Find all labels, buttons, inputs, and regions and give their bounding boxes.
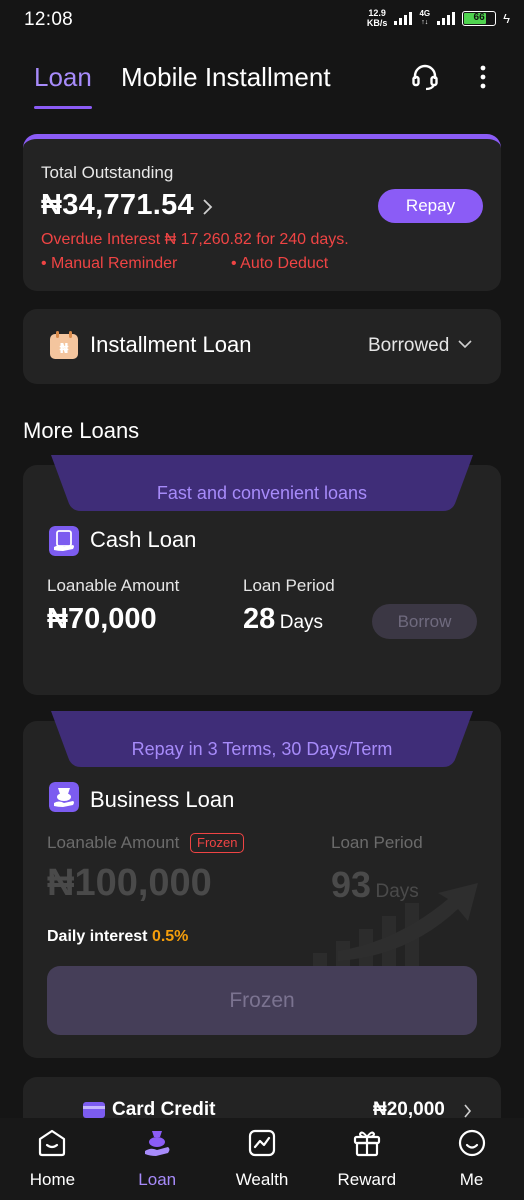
net-speed: 12.9 KB/s	[366, 8, 388, 28]
installment-status[interactable]: Borrowed	[368, 335, 449, 357]
business-loan-period-label: Loan Period	[331, 833, 423, 852]
business-loan-amount: ₦100,000	[47, 862, 212, 904]
loan-icon	[145, 1131, 170, 1156]
cash-loan-period: 28 Days	[243, 603, 324, 635]
repay-button[interactable]: Repay	[378, 189, 483, 223]
cash-loan-banner-text: Fast and convenient loans	[156, 483, 368, 503]
nav-reward[interactable]: Reward	[314, 1118, 419, 1200]
business-loan-card: Repay in 3 Terms, 30 Days/Term Business …	[23, 711, 501, 1058]
nav-wealth[interactable]: Wealth	[210, 1118, 315, 1200]
frozen-status-badge: Frozen	[190, 833, 245, 853]
cash-loan-title: Cash Loan	[90, 527, 197, 552]
installment-loan-label: Installment Loan	[90, 332, 252, 357]
outstanding-amount[interactable]: ₦34,771.54	[41, 189, 194, 222]
wealth-icon	[248, 1129, 276, 1157]
status-time: 12:08	[24, 9, 74, 30]
cash-loan-amount-label: Loanable Amount	[47, 576, 180, 595]
cash-loan-period-label: Loan Period	[243, 576, 335, 595]
nav-loan[interactable]: Loan	[105, 1118, 210, 1200]
signal-icon	[394, 11, 413, 25]
nav-reward-label: Reward	[337, 1170, 397, 1189]
home-icon	[39, 1129, 66, 1157]
network-type: 4G ↑↓	[419, 9, 431, 26]
status-bar: 12:08 12.9 KB/s 4G ↑↓ 66 ϟ	[0, 0, 524, 40]
chevron-right-icon[interactable]	[463, 1104, 472, 1118]
business-loan-icon	[49, 782, 79, 812]
business-loan-amount-label: Loanable Amount	[47, 833, 180, 852]
cash-loan-card: Fast and convenient loans Cash Loan Loan…	[23, 455, 501, 695]
nav-me-label: Me	[459, 1170, 484, 1189]
charging-icon: ϟ	[503, 10, 510, 26]
status-icons: 12.9 KB/s 4G ↑↓ 66 ϟ	[367, 8, 510, 28]
auto-deduct-link[interactable]: • Auto Deduct	[231, 255, 328, 273]
tab-loan[interactable]: Loan	[34, 62, 92, 93]
calendar-naira-icon: ₦	[50, 331, 78, 359]
daily-interest: Daily interest 0.5%	[47, 928, 189, 945]
frozen-button[interactable]: Frozen	[47, 966, 477, 1035]
chevron-down-icon[interactable]	[458, 339, 472, 349]
signal-icon-2	[437, 11, 456, 25]
more-vertical-icon[interactable]	[472, 62, 494, 92]
headset-icon[interactable]	[410, 62, 440, 92]
installment-loan-card[interactable]: ₦ Installment Loan Borrowed	[23, 309, 501, 384]
chevron-right-icon[interactable]	[201, 198, 213, 216]
outstanding-label: Total Outstanding	[41, 163, 174, 182]
more-loans-heading: More Loans	[23, 418, 140, 443]
business-loan-banner-text: Repay in 3 Terms, 30 Days/Term	[131, 739, 393, 759]
business-loan-title: Business Loan	[90, 787, 235, 812]
active-tab-indicator	[34, 106, 92, 109]
nav-me[interactable]: Me	[419, 1118, 524, 1200]
manual-reminder-link[interactable]: • Manual Reminder	[41, 255, 177, 273]
bottom-nav: Home Loan Wealth Reward Me	[0, 1118, 524, 1200]
gift-icon	[353, 1131, 380, 1157]
borrow-button[interactable]: Borrow	[372, 604, 477, 639]
nav-home[interactable]: Home	[0, 1118, 105, 1200]
cash-loan-icon	[49, 526, 79, 556]
credit-card-icon	[83, 1102, 105, 1118]
nav-loan-label: Loan	[138, 1170, 177, 1189]
nav-wealth-label: Wealth	[235, 1170, 289, 1189]
business-loan-period: 93 Days	[331, 864, 419, 905]
top-header: Loan Mobile Installment	[0, 56, 524, 116]
smile-icon	[458, 1129, 485, 1157]
overdue-interest-text: Overdue Interest ₦ 17,260.82 for 240 day…	[41, 231, 349, 248]
svg-text:₦: ₦	[59, 342, 68, 357]
outstanding-card: Total Outstanding ₦34,771.54 Repay Overd…	[23, 134, 501, 291]
battery-icon: 66	[462, 10, 497, 26]
cash-loan-amount: ₦70,000	[47, 603, 157, 635]
tab-mobile-installment[interactable]: Mobile Installment	[121, 62, 331, 93]
nav-home-label: Home	[29, 1170, 76, 1189]
